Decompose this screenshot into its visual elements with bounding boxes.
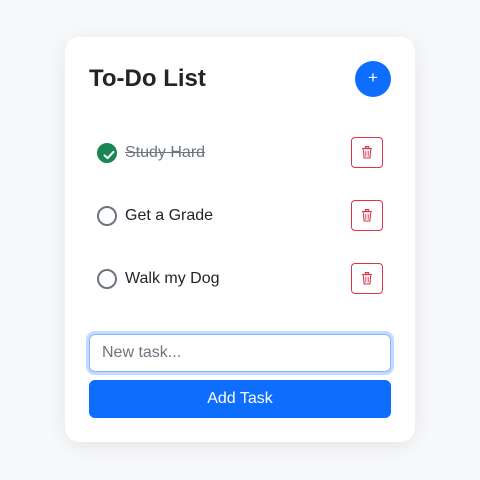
check-icon [103,150,115,160]
delete-task-button[interactable] [351,263,383,294]
trash-icon [362,209,372,222]
task-item: Study Hard [97,137,383,169]
task-checkbox[interactable] [97,143,117,163]
task-checkbox[interactable] [97,206,117,226]
add-task-icon-button[interactable]: + [355,61,391,97]
task-item: Get a Grade [97,200,383,232]
delete-task-button[interactable] [351,137,383,168]
trash-icon [362,146,372,159]
task-item: Walk my Dog [97,263,383,295]
new-task-input[interactable] [89,334,391,372]
task-label: Study Hard [125,144,206,161]
page-title: To-Do List [89,65,206,92]
delete-task-button[interactable] [351,200,383,231]
trash-icon [362,272,372,285]
task-label: Get a Grade [125,207,214,224]
plus-icon: + [368,68,378,87]
todo-card: To-Do List + Study Hard Get a Grade Walk… [65,37,415,442]
task-label: Walk my Dog [125,270,220,287]
add-task-button[interactable]: Add Task [89,380,391,418]
task-checkbox[interactable] [97,269,117,289]
